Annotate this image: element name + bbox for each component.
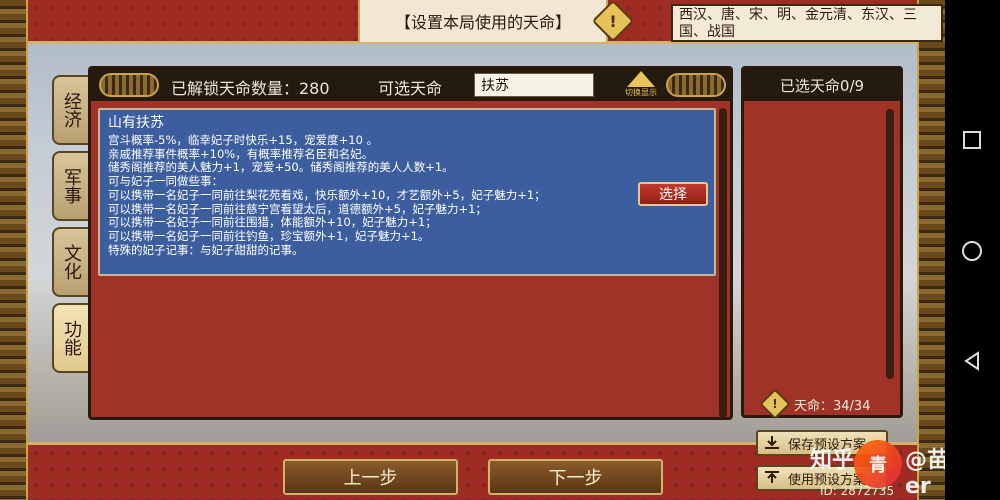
next-step-button[interactable]: 下一步 bbox=[488, 459, 663, 495]
main-scrollbar[interactable] bbox=[719, 108, 727, 418]
right-ornament bbox=[917, 0, 945, 500]
select-button[interactable]: 选择 bbox=[638, 182, 708, 206]
card-line: 可以携带一名妃子一同前往钓鱼，珍宝额外+1，妃子魅力+1。 bbox=[108, 228, 430, 243]
card-line: 可以携带一名妃子一同前往梨花苑看戏，快乐额外+10，才艺额外+5，妃子魅力+1； bbox=[108, 187, 546, 202]
toggle-display-button[interactable]: 切换显示 bbox=[619, 71, 663, 99]
card-line: 宫斗概率-5%，临幸妃子时快乐+15，宠爱度+10 。 bbox=[108, 133, 379, 147]
card-line: 可以携带一名妃子一同前往慈宁宫看望太后，道德额外+5，妃子魅力+1； bbox=[108, 201, 487, 216]
home-icon[interactable] bbox=[957, 236, 987, 266]
left-ornament bbox=[0, 0, 28, 500]
tab-culture[interactable]: 文化 bbox=[52, 227, 90, 297]
tab-label: 功能 bbox=[61, 320, 82, 356]
tianming-card[interactable]: 山有扶苏 宫斗概率-5%，临幸妃子时快乐+15，宠爱度+10 。 亲戚推荐事件概… bbox=[98, 108, 716, 276]
card-line: 可与妃子一同做些事： bbox=[108, 174, 223, 189]
card-title: 山有扶苏 bbox=[108, 115, 164, 131]
download-icon bbox=[765, 436, 779, 449]
android-nav-bar bbox=[945, 0, 1000, 500]
tianming-panel: 已解锁天命数量：280 可选天命 切换显示 山有扶苏 宫斗概率-5%，临幸妃子时… bbox=[88, 66, 733, 420]
dynasty-list: 西汉、唐、宋、明、金元清、东汉、三国、战国 bbox=[671, 4, 943, 42]
top-bar: 【设置本局使用的天命】 ! 西汉、唐、宋、明、金元清、东汉、三国、战国 bbox=[28, 0, 943, 44]
watermark-left: 知乎 bbox=[810, 448, 855, 473]
prev-step-button[interactable]: 上一步 bbox=[283, 459, 458, 495]
card-line: 特殊的妃子记事：与妃子甜甜的记事。 bbox=[108, 242, 304, 257]
ingot-icon bbox=[627, 71, 655, 87]
selected-header: 已选天命0/9 bbox=[744, 69, 900, 101]
back-icon[interactable] bbox=[957, 346, 987, 376]
tab-economy[interactable]: 经济 bbox=[52, 75, 90, 145]
tianming-count: 天命：34/34 bbox=[794, 399, 871, 414]
watermark-logo: 青 bbox=[854, 440, 902, 488]
game-view: 【设置本局使用的天命】 ! 西汉、唐、宋、明、金元清、东汉、三国、战国 经济 军… bbox=[0, 0, 945, 500]
toggle-display-label: 切换显示 bbox=[625, 88, 657, 97]
panel-header: 已解锁天命数量：280 可选天命 切换显示 bbox=[91, 69, 730, 101]
page-title: 【设置本局使用的天命】 bbox=[358, 0, 608, 42]
recent-apps-icon[interactable] bbox=[957, 125, 987, 155]
dragon-ornament-icon bbox=[666, 73, 726, 97]
card-line: 可以携带一名妃子一同前往围猎，体能额外+10，妃子魅力+1； bbox=[108, 215, 437, 230]
tab-label: 经济 bbox=[61, 92, 82, 128]
dragon-ornament-icon bbox=[99, 73, 159, 97]
selected-panel: 已选天命0/9 ! 天命：34/34 bbox=[741, 66, 903, 420]
exclamation-glyph: ! bbox=[772, 397, 778, 411]
tab-label: 军事 bbox=[61, 168, 82, 204]
warning-icon[interactable]: ! bbox=[759, 388, 791, 420]
app-screen: 【设置本局使用的天命】 ! 西汉、唐、宋、明、金元清、东汉、三国、战国 经济 军… bbox=[0, 0, 1000, 500]
tianming-counter: ! 天命：34/34 bbox=[759, 388, 900, 420]
tab-function[interactable]: 功能 bbox=[52, 303, 90, 373]
unlocked-count: 已解锁天命数量：280 bbox=[171, 79, 330, 98]
upload-icon bbox=[765, 471, 779, 483]
card-line: 亲戚推荐事件概率+10%，有概率推荐名臣和名妃。 bbox=[108, 146, 374, 161]
card-line: 储秀阁推荐的美人魅力+1，宠爱+50。储秀阁推荐的美人人数+1。 bbox=[108, 160, 454, 175]
tab-military[interactable]: 军事 bbox=[52, 151, 90, 221]
optional-label: 可选天命 bbox=[378, 79, 443, 98]
tab-label: 文化 bbox=[61, 244, 82, 280]
selected-scrollbar[interactable] bbox=[886, 109, 894, 379]
search-input[interactable] bbox=[474, 73, 594, 97]
exclamation-glyph: ! bbox=[609, 11, 617, 31]
